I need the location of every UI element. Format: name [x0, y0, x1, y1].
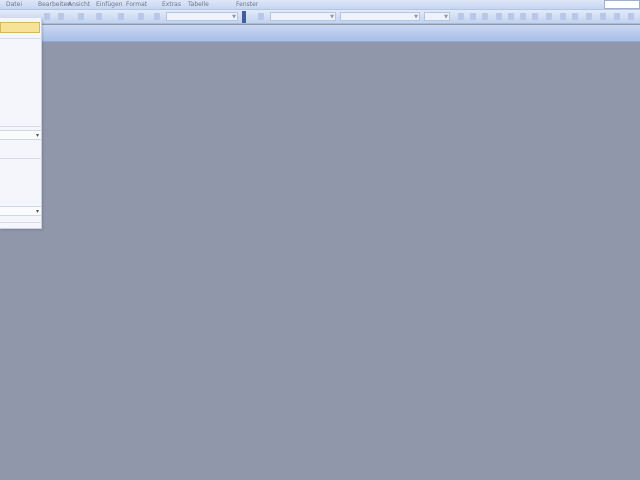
divider — [0, 158, 42, 159]
toolbar-button-icon[interactable] — [258, 13, 264, 20]
style-combo[interactable]: ▼ — [270, 12, 336, 21]
chevron-down-icon: ▼ — [414, 14, 418, 20]
outdent-icon[interactable] — [600, 13, 606, 20]
task-pane: ▾ ▾ — [0, 18, 42, 229]
font-size-combo[interactable]: ▼ — [424, 12, 450, 21]
align-center-icon[interactable] — [508, 13, 514, 20]
menu-item-table[interactable]: Tabelle — [188, 0, 209, 10]
line-spacing-icon[interactable] — [546, 13, 552, 20]
menu-item-format[interactable]: Format — [126, 0, 147, 10]
undo-icon[interactable] — [78, 13, 84, 20]
divider — [0, 222, 42, 223]
divider — [0, 38, 42, 39]
redo-icon[interactable] — [96, 13, 102, 20]
bold-icon[interactable] — [458, 13, 464, 20]
align-left-icon[interactable] — [496, 13, 502, 20]
zoom-combo[interactable]: ▼ — [166, 12, 238, 21]
menu-item-window[interactable]: Fenster — [236, 0, 258, 10]
toolbar-button-icon[interactable] — [58, 13, 64, 20]
border-icon[interactable] — [614, 13, 620, 20]
chevron-down-icon: ▾ — [35, 132, 39, 139]
menu-item-edit[interactable]: Bearbeiten — [38, 0, 71, 10]
align-right-icon[interactable] — [520, 13, 526, 20]
menu-item-file[interactable]: Datei — [6, 0, 22, 10]
chevron-down-icon: ▼ — [232, 14, 236, 20]
chevron-down-icon: ▼ — [330, 14, 334, 20]
font-name-combo[interactable]: ▼ — [340, 12, 420, 21]
toolbar-button-icon[interactable] — [118, 13, 124, 20]
formatting-toolbar: ▼ ▼ ▼ ▼ — [0, 10, 640, 24]
bullets-icon[interactable] — [572, 13, 578, 20]
toolbar-grip-handle[interactable] — [242, 11, 246, 23]
highlight-icon[interactable] — [628, 13, 634, 20]
toolbar-button-icon[interactable] — [154, 13, 160, 20]
indent-icon[interactable] — [586, 13, 592, 20]
task-pane-selected-item[interactable] — [0, 22, 40, 33]
task-pane-dropdown[interactable]: ▾ — [0, 130, 41, 140]
menu-item-view[interactable]: Ansicht — [68, 0, 90, 10]
menu-bar: Datei Bearbeiten Ansicht Einfügen Format… — [0, 0, 640, 10]
document-workspace[interactable] — [42, 42, 640, 480]
ruler-bar — [42, 25, 640, 42]
chevron-down-icon: ▾ — [35, 208, 39, 215]
justify-icon[interactable] — [532, 13, 538, 20]
chevron-down-icon: ▼ — [444, 14, 448, 20]
toolbar-button-icon[interactable] — [138, 13, 144, 20]
menu-item-insert[interactable]: Einfügen — [96, 0, 122, 10]
italic-icon[interactable] — [470, 13, 476, 20]
numbering-icon[interactable] — [560, 13, 566, 20]
underline-icon[interactable] — [482, 13, 488, 20]
divider — [0, 126, 42, 127]
toolbar-button-icon[interactable] — [44, 13, 50, 20]
help-search-input[interactable] — [604, 0, 640, 9]
menu-item-tools[interactable]: Extras — [162, 0, 181, 10]
task-pane-dropdown[interactable]: ▾ — [0, 206, 41, 216]
